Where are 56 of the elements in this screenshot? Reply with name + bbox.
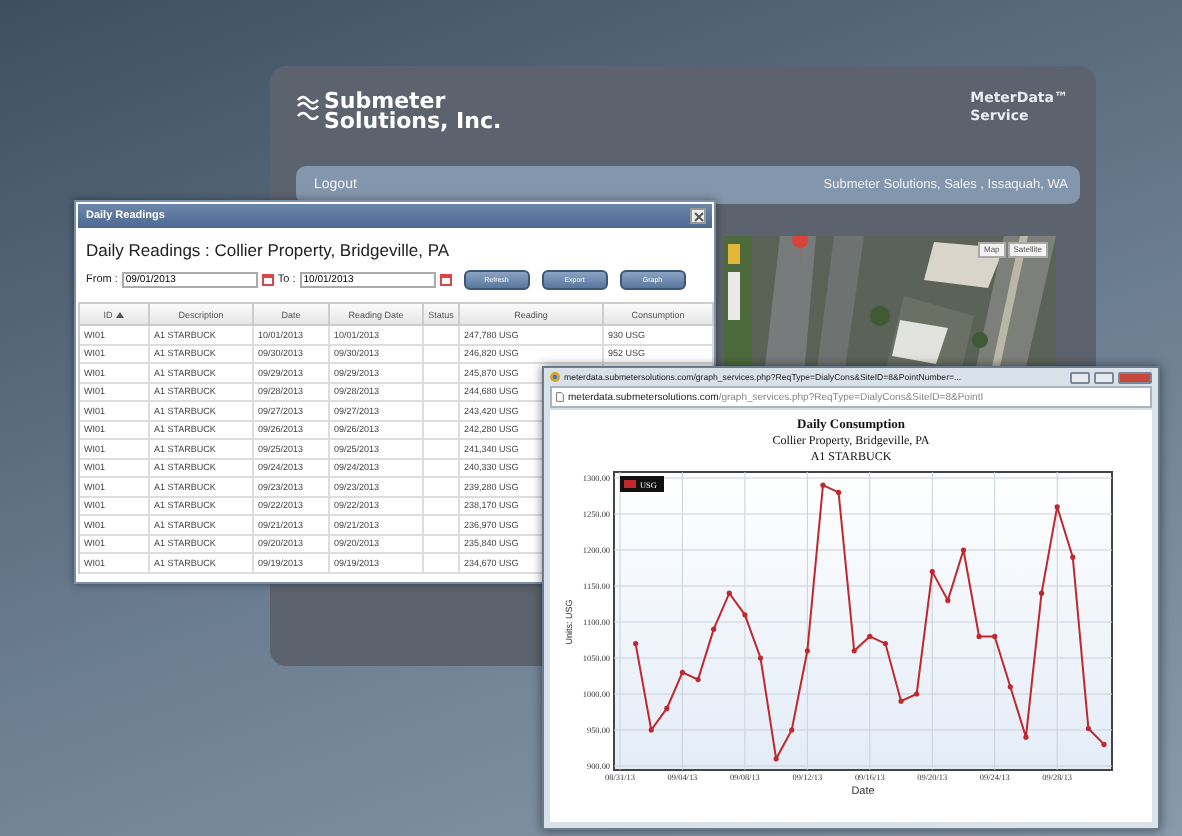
data-point [976, 633, 982, 639]
data-point [757, 655, 764, 661]
data-point [773, 756, 779, 762]
data-point [804, 648, 810, 654]
close-button[interactable] [1118, 371, 1152, 383]
empty-cell [424, 345, 460, 364]
data-point [633, 641, 639, 647]
empty-cell [424, 535, 460, 554]
empty-cell [424, 440, 460, 459]
data-point [836, 489, 842, 495]
minimize-button[interactable] [1070, 371, 1090, 383]
data-point [929, 569, 935, 575]
empty-cell [424, 497, 460, 516]
data-point [648, 727, 654, 733]
logo-text: Solutions, Inc. [324, 112, 502, 132]
data-point [679, 669, 686, 675]
data-point [945, 597, 951, 603]
data-point [789, 727, 795, 733]
data-point [851, 648, 857, 654]
data-point [726, 590, 732, 596]
empty-cell [424, 402, 460, 421]
empty-cell [424, 459, 460, 478]
data-point [1085, 725, 1091, 732]
empty-cell [424, 421, 460, 440]
browser-icon [550, 372, 560, 382]
readings-heading: Daily Readings : Collier Property, Bridgeville, PA [84, 238, 452, 260]
data-point [1054, 504, 1060, 510]
empty-cell [424, 516, 460, 535]
data-point [711, 626, 717, 632]
data-point [960, 547, 967, 553]
empty-cell [424, 326, 460, 345]
empty-cell [424, 478, 460, 497]
data-point [1023, 734, 1029, 740]
empty-cell [424, 383, 460, 402]
wave-logo-icon [296, 92, 320, 120]
data-point [1038, 590, 1045, 596]
calendar-icon[interactable] [261, 274, 274, 286]
logo-text: Submeter [324, 92, 448, 112]
data-point [742, 612, 748, 618]
data-point [992, 633, 998, 639]
data-point [820, 482, 826, 488]
data-point [695, 677, 701, 683]
calendar-icon[interactable] [439, 274, 452, 286]
data-point [882, 641, 888, 647]
page-icon [556, 392, 564, 402]
data-point [1007, 684, 1013, 690]
data-point [1070, 554, 1076, 560]
empty-cell [424, 364, 460, 383]
close-button[interactable] [690, 208, 706, 224]
data-point [867, 633, 873, 639]
data-point [914, 691, 920, 697]
maximize-button[interactable] [1094, 371, 1114, 383]
data-point [664, 705, 670, 711]
data-point [898, 698, 904, 704]
data-point [1101, 741, 1107, 747]
empty-cell [424, 554, 460, 573]
